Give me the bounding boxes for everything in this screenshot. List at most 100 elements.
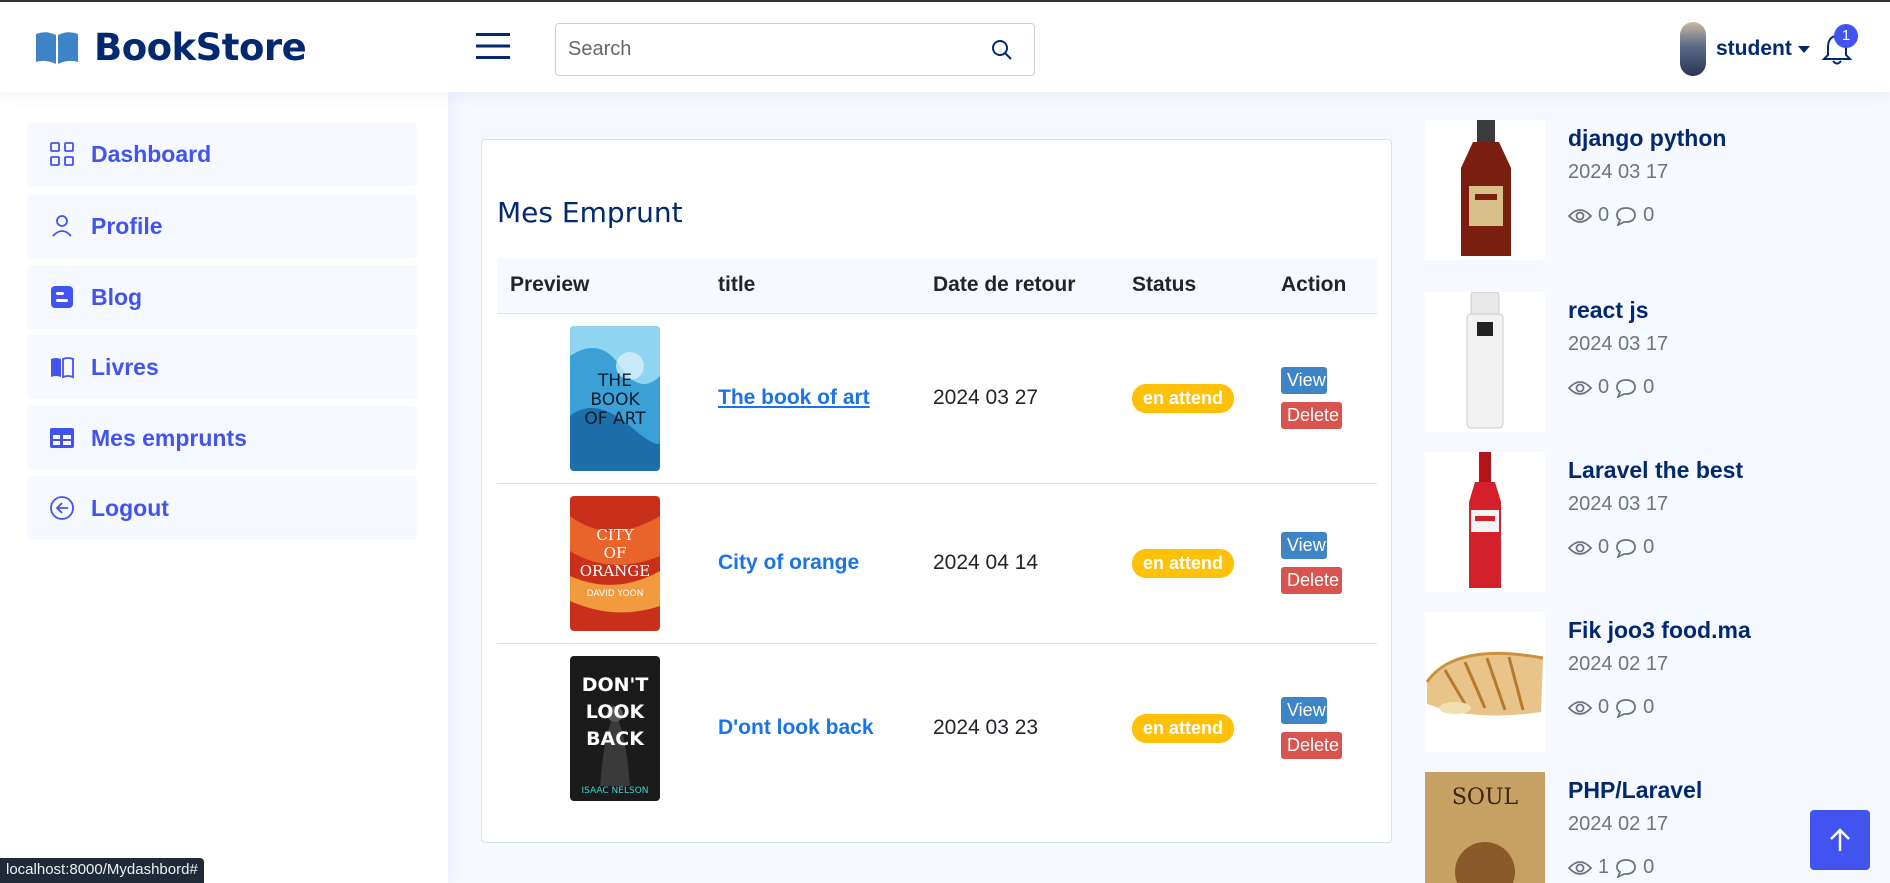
comment-count: 0	[1643, 696, 1655, 718]
eye-icon	[1568, 380, 1592, 395]
delete-button[interactable]: Delete	[1281, 567, 1342, 594]
sidebar-item-label: Profile	[91, 212, 163, 239]
status-badge: en attend	[1132, 383, 1235, 413]
book-title-link[interactable]: D'ont look back	[718, 716, 874, 739]
cover-text: ORANGE	[580, 562, 650, 580]
post-title[interactable]: django python	[1568, 125, 1726, 152]
search-input[interactable]	[568, 34, 968, 64]
sidebar-item-logout[interactable]: Logout	[27, 476, 417, 540]
return-date: 2024 04 14	[920, 483, 1119, 644]
post-thumbnail[interactable]	[1425, 612, 1545, 752]
comment-count: 0	[1643, 856, 1655, 878]
book-title-link[interactable]: The book of art	[718, 386, 870, 409]
book-cover-image[interactable]: THE BOOK OF ART	[570, 325, 660, 471]
sidebar-item-label: Logout	[91, 494, 169, 521]
view-count: 0	[1598, 204, 1610, 226]
action-cell: View Delete	[1268, 313, 1377, 484]
post-title[interactable]: PHP/Laravel	[1568, 777, 1702, 804]
loans-card: Mes Emprunt Preview title Date de retour…	[481, 139, 1392, 843]
cover-text: BOOK	[590, 390, 640, 410]
view-button[interactable]: View	[1281, 367, 1327, 394]
view-count: 0	[1598, 696, 1610, 718]
post-stats: 0 0	[1568, 536, 1654, 559]
return-date: 2024 03 27	[920, 313, 1119, 484]
sidebar-item-blog[interactable]: Blog	[27, 265, 417, 329]
post-stats: 0 0	[1568, 376, 1654, 399]
brand-logo[interactable]: BookStore	[34, 26, 307, 69]
status-cell: en attend	[1119, 643, 1268, 813]
post-stats: 0 0	[1568, 696, 1654, 719]
cover-text: DON'T	[582, 674, 649, 696]
action-cell: View Delete	[1268, 643, 1377, 813]
book-title-link[interactable]: City of orange	[718, 551, 859, 574]
status-cell: en attend	[1119, 313, 1268, 484]
sidebar-item-mes-emprunts[interactable]: Mes emprunts	[27, 406, 417, 470]
card-title: Mes Emprunt	[497, 196, 683, 229]
sidebar-item-label: Mes emprunts	[91, 424, 247, 451]
view-button[interactable]: View	[1281, 532, 1327, 559]
preview-cell: CITY OF ORANGE DAVID YOON	[497, 483, 705, 644]
open-book-icon	[36, 31, 78, 64]
post-thumbnail[interactable]	[1425, 120, 1545, 260]
list-item: Fik joo3 food.ma 2024 02 17 0 0	[1420, 612, 1890, 752]
post-title[interactable]: Fik joo3 food.ma	[1568, 617, 1751, 644]
table-header-row: Preview title Date de retour Status Acti…	[497, 258, 1377, 314]
status-cell: en attend	[1119, 483, 1268, 644]
delete-button[interactable]: Delete	[1281, 402, 1342, 429]
arrow-up-icon	[1830, 828, 1850, 851]
list-item: react js 2024 03 17 0 0	[1420, 292, 1890, 432]
comment-count: 0	[1643, 204, 1655, 226]
comment-icon	[1616, 858, 1637, 878]
table-row: CITY OF ORANGE DAVID YOON City of orange…	[497, 483, 1377, 644]
book-cover-image[interactable]: CITY OF ORANGE DAVID YOON	[570, 495, 660, 631]
post-thumbnail[interactable]	[1425, 292, 1545, 432]
post-date: 2024 03 17	[1568, 333, 1669, 355]
table-row: DON'T LOOK BACK ISAAC NELSON D'ont look …	[497, 643, 1377, 813]
comment-icon	[1616, 378, 1637, 398]
sidebar-item-dashboard[interactable]: Dashboard	[27, 122, 417, 186]
post-thumbnail[interactable]: SOUL	[1425, 772, 1545, 883]
caret-down-icon	[1797, 45, 1810, 53]
title-cell: D'ont look back	[705, 643, 920, 813]
comment-count: 0	[1643, 376, 1655, 398]
delete-button[interactable]: Delete	[1281, 732, 1342, 760]
search-icon[interactable]	[990, 38, 1014, 62]
user-profile-dropdown[interactable]: student	[1680, 22, 1810, 76]
sidebar-item-label: Dashboard	[91, 140, 212, 167]
post-stats: 0 0	[1568, 204, 1654, 227]
sidebar-item-profile[interactable]: Profile	[27, 194, 417, 258]
post-date: 2024 02 17	[1568, 813, 1669, 835]
post-stats: 1 0	[1568, 856, 1654, 879]
status-badge: en attend	[1132, 713, 1235, 743]
column-header: Preview	[497, 258, 705, 314]
status-bar-url: localhost:8000/Mydashbord#	[0, 858, 204, 883]
sidebar: Dashboard Profile Blog Livres Mes emprun…	[0, 92, 448, 883]
notification-badge: 1	[1834, 24, 1858, 48]
view-count: 0	[1598, 376, 1610, 398]
book-cover-image[interactable]: DON'T LOOK BACK ISAAC NELSON	[570, 655, 660, 801]
view-count: 1	[1598, 856, 1610, 878]
avatar	[1680, 22, 1706, 76]
post-date: 2024 02 17	[1568, 653, 1669, 675]
blogger-icon	[51, 286, 73, 308]
column-header: title	[705, 258, 920, 314]
post-thumbnail[interactable]	[1425, 452, 1545, 592]
cover-text: OF	[604, 544, 627, 562]
comment-icon	[1616, 698, 1637, 718]
cover-text: THE	[597, 371, 632, 391]
user-name: student	[1716, 37, 1792, 60]
post-title[interactable]: react js	[1568, 297, 1649, 324]
view-button[interactable]: View	[1281, 697, 1327, 725]
recent-posts-panel: django python 2024 03 17 0 0 react js 20…	[1420, 92, 1890, 883]
back-to-top-button[interactable]	[1810, 810, 1870, 870]
eye-icon	[1568, 700, 1592, 715]
hamburger-menu-icon[interactable]	[476, 32, 510, 60]
column-header: Date de retour	[920, 258, 1119, 314]
eye-icon	[1568, 540, 1592, 555]
person-icon	[52, 215, 72, 237]
cover-text: ISAAC NELSON	[581, 786, 648, 796]
sidebar-item-livres[interactable]: Livres	[27, 335, 417, 399]
cover-text: SOUL	[1452, 785, 1519, 810]
header: BookStore student 1	[0, 0, 1890, 92]
post-title[interactable]: Laravel the best	[1568, 457, 1743, 484]
